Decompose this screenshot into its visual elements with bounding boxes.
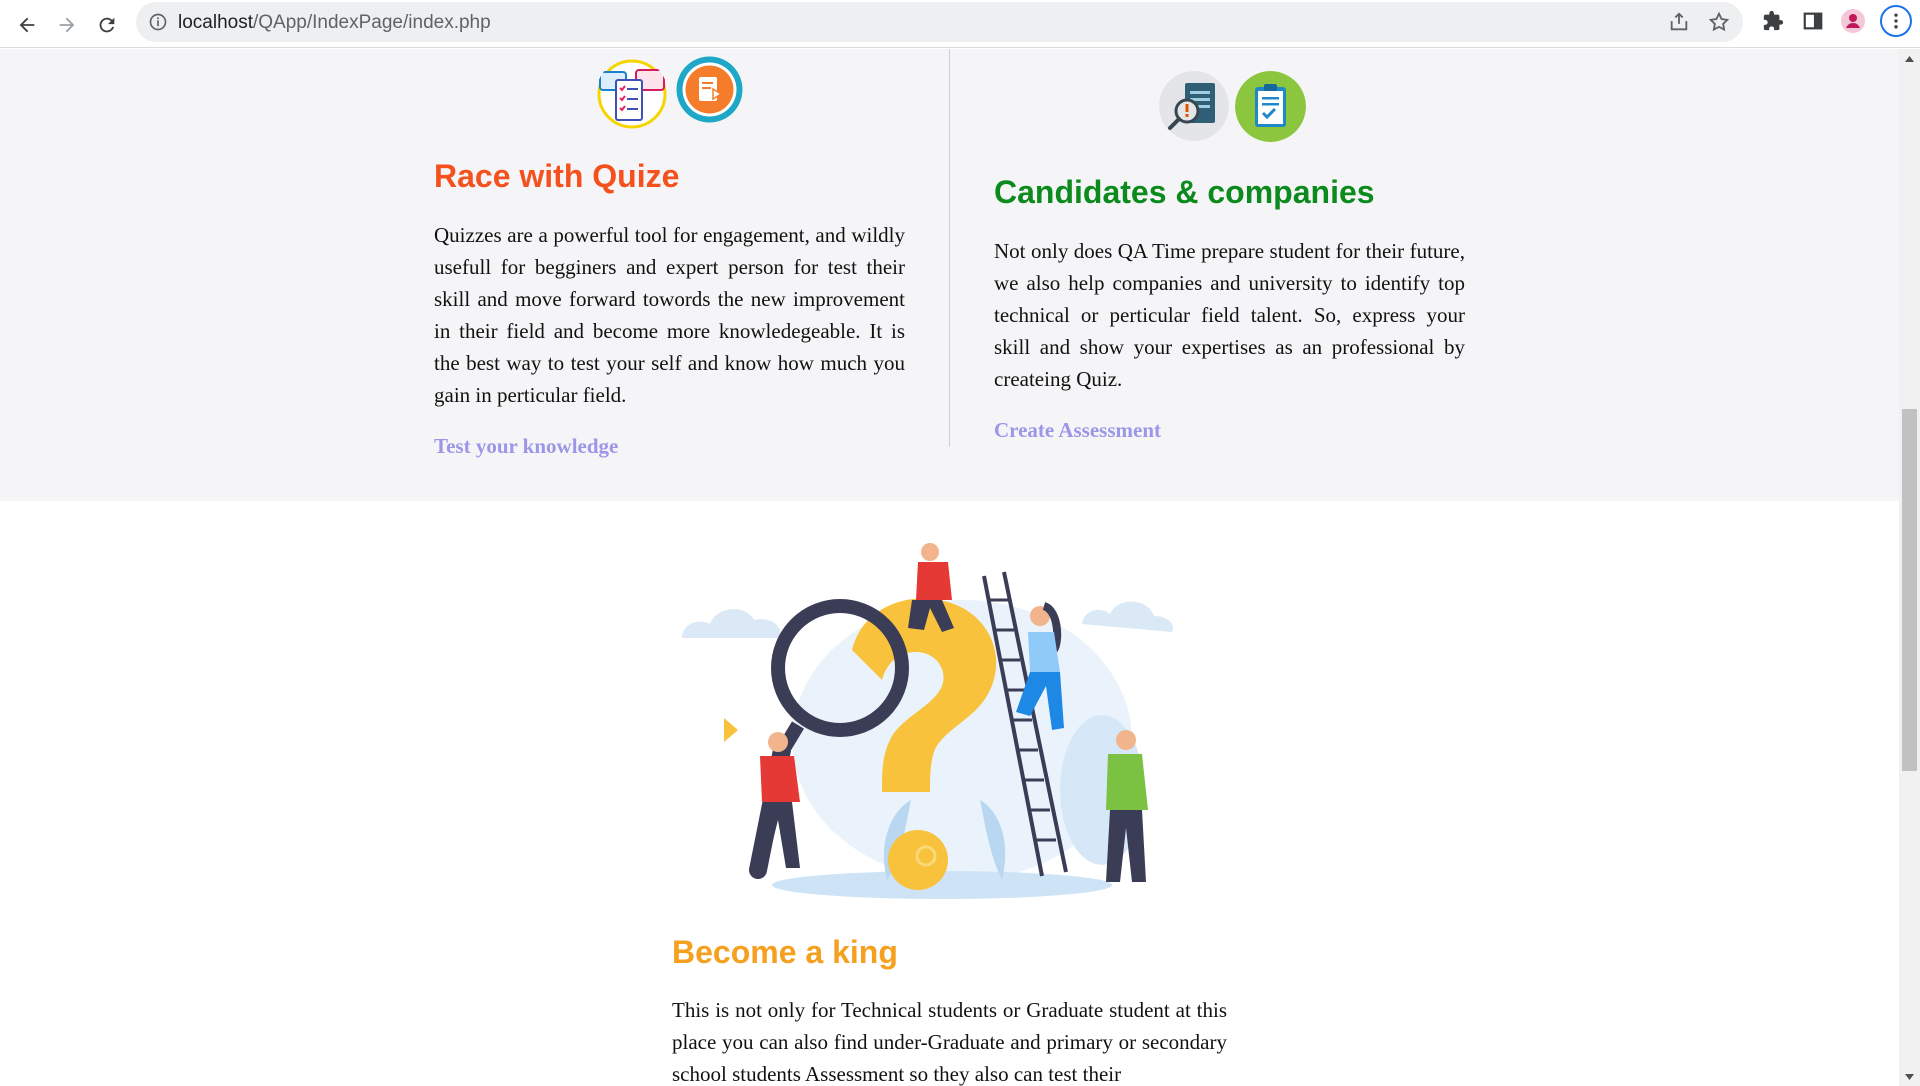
question-mark-illustration: [682, 543, 1174, 899]
browser-toolbar: localhost/QApp/IndexPage/index.php: [0, 0, 1920, 48]
forward-button[interactable]: [50, 8, 84, 42]
scroll-up-icon: [1905, 55, 1914, 62]
side-panel-button[interactable]: [1801, 9, 1825, 33]
feature-title-race-with-quize: Race with Quize: [434, 158, 680, 194]
play-document-icon: [676, 56, 743, 123]
back-button[interactable]: [10, 8, 44, 42]
become-a-king-title: Become a king: [672, 934, 898, 970]
test-your-knowledge-link[interactable]: Test your knowledge: [434, 434, 618, 459]
extensions-button[interactable]: [1761, 9, 1785, 33]
arrow-left-icon: [19, 17, 35, 33]
scroll-down-arrow[interactable]: [1902, 1069, 1917, 1084]
avatar-icon: [1841, 9, 1865, 33]
kebab-menu-icon: [1894, 13, 1898, 29]
bookmark-star-icon[interactable]: [1708, 11, 1730, 33]
clipboard-checklist-icon: [1235, 71, 1306, 142]
side-panel-icon: [1803, 12, 1823, 30]
create-assessment-link[interactable]: Create Assessment: [994, 418, 1161, 443]
feature-title-candidates-companies: Candidates & companies: [994, 174, 1375, 210]
scroll-up-arrow[interactable]: [1902, 51, 1917, 66]
quiz-chat-checklist-icon: [597, 59, 667, 129]
puzzle-icon: [1763, 10, 1784, 31]
reload-icon: [99, 17, 115, 33]
feature-divider: [949, 49, 950, 447]
scroll-down-icon: [1905, 1073, 1914, 1080]
arrow-right-icon: [59, 17, 75, 33]
feature-description-quiz: Quizzes are a powerful tool for engageme…: [434, 223, 905, 407]
become-a-king-text: This is not only for Technical students …: [672, 998, 1227, 1086]
reload-button[interactable]: [90, 8, 124, 42]
feature-description-candidates: Not only does QA Time prepare student fo…: [994, 239, 1465, 391]
share-icon[interactable]: [1668, 11, 1690, 33]
scrollbar-thumb[interactable]: [1902, 409, 1917, 771]
menu-button[interactable]: [1880, 5, 1912, 37]
url-text: localhost/QApp/IndexPage/index.php: [178, 12, 491, 33]
site-info-icon[interactable]: [148, 12, 168, 32]
search-document-icon: [1159, 71, 1229, 141]
profile-button[interactable]: [1841, 9, 1865, 33]
address-bar[interactable]: localhost/QApp/IndexPage/index.php: [136, 2, 1743, 42]
